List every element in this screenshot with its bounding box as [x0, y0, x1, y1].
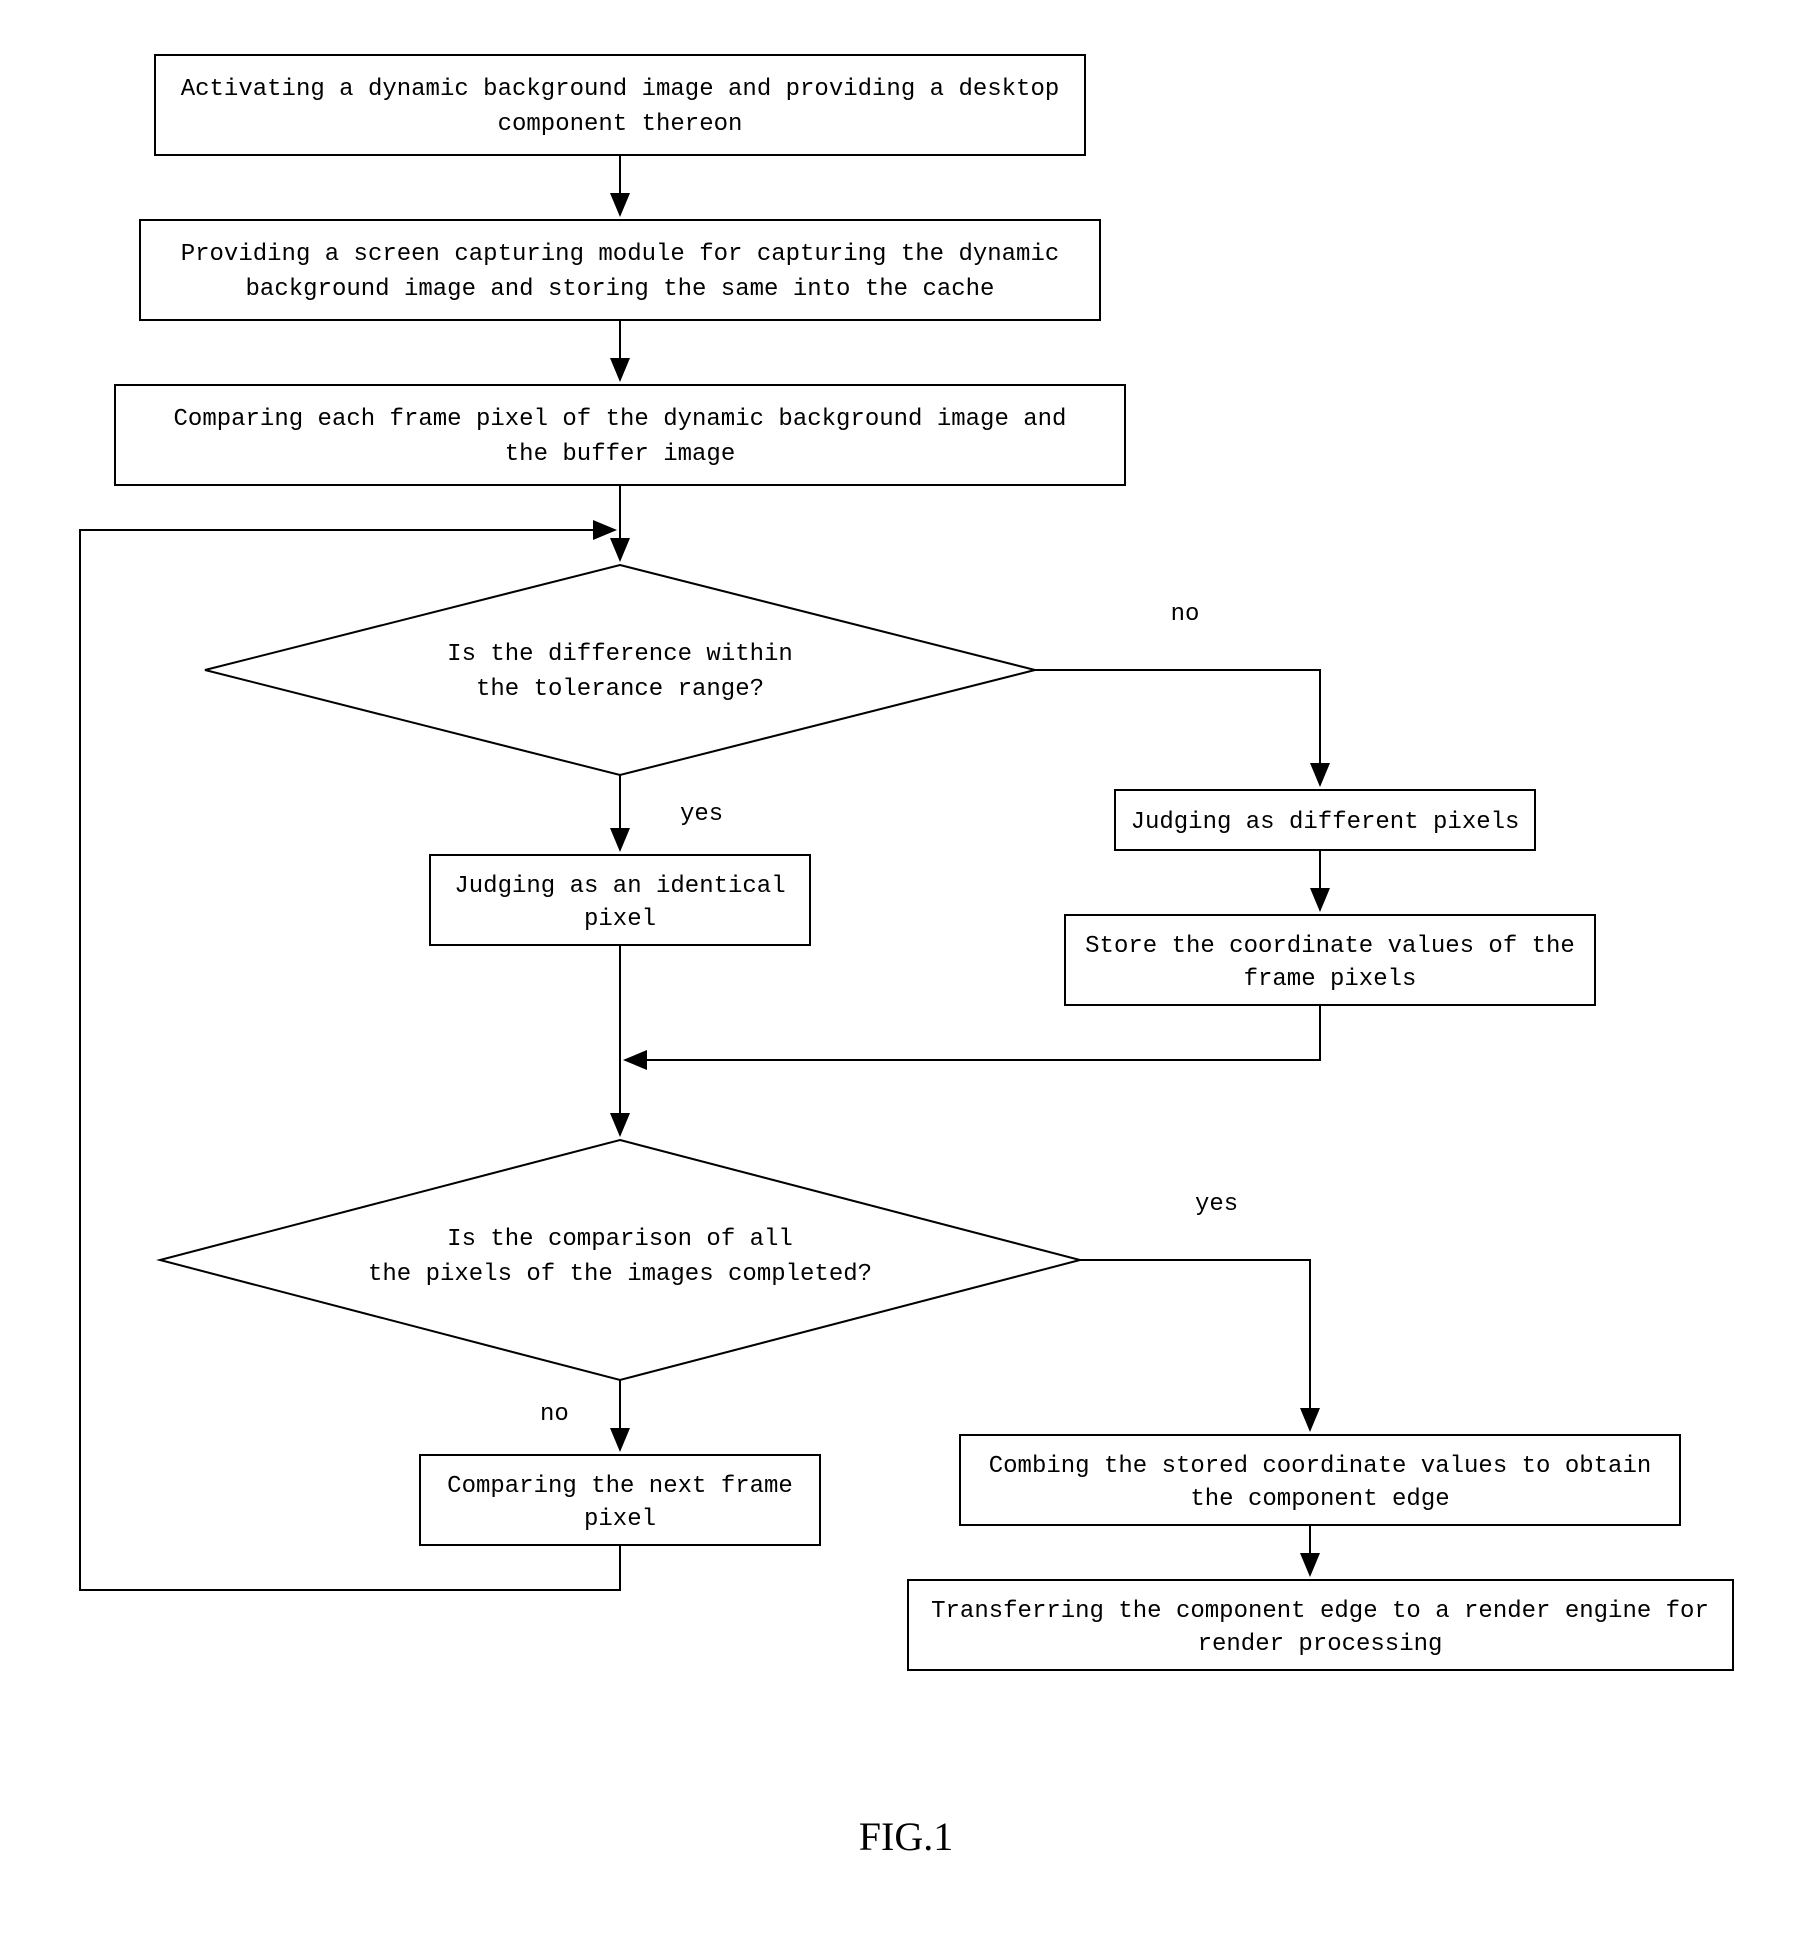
box-next-text-2: pixel	[584, 1506, 656, 1533]
arrow-d1-box5	[1035, 670, 1320, 785]
label-yes-2: yes	[1195, 1191, 1238, 1218]
box-capture-text-2: background image and storing the same in…	[246, 276, 995, 303]
box-capture-text-1: Providing a screen capturing module for …	[181, 241, 1060, 268]
box-render-text-1: Transferring the component edge to a ren…	[931, 1598, 1709, 1625]
diamond-complete	[160, 1140, 1080, 1380]
diamond-tolerance-text-1: Is the difference within	[447, 641, 793, 668]
box-render-text-2: render processing	[1198, 1631, 1443, 1658]
box-activate	[155, 55, 1085, 155]
label-no-1: no	[1171, 601, 1200, 628]
box-identical-text-1: Judging as an identical	[454, 873, 785, 900]
box-compare	[115, 385, 1125, 485]
box-activate-text-2: component thereon	[498, 111, 743, 138]
label-yes-1: yes	[680, 801, 723, 828]
diamond-tolerance-text-2: the tolerance range?	[476, 676, 764, 703]
box-store-coord-text-1: Store the coordinate values of the	[1085, 933, 1575, 960]
box-identical-text-2: pixel	[584, 906, 656, 933]
arrow-d2-box8	[1080, 1260, 1310, 1430]
box-store-coord-text-2: frame pixels	[1244, 966, 1417, 993]
box-combine-text-2: the component edge	[1190, 1486, 1449, 1513]
figure-label: FIG.1	[859, 1814, 953, 1859]
box-compare-text-1: Comparing each frame pixel of the dynami…	[174, 406, 1067, 433]
box-activate-text-1: Activating a dynamic background image an…	[181, 76, 1060, 103]
diamond-tolerance	[205, 565, 1035, 775]
diamond-complete-text-1: Is the comparison of all	[447, 1226, 793, 1253]
box-different-pixels-text: Judging as different pixels	[1131, 809, 1520, 836]
arrow-box6-merge	[625, 1005, 1320, 1060]
box-compare-text-2: the buffer image	[505, 441, 735, 468]
box-next-text-1: Comparing the next frame	[447, 1473, 793, 1500]
box-capture	[140, 220, 1100, 320]
label-no-2: no	[540, 1401, 569, 1428]
box-combine-text-1: Combing the stored coordinate values to …	[989, 1453, 1652, 1480]
diamond-complete-text-2: the pixels of the images completed?	[368, 1261, 872, 1288]
